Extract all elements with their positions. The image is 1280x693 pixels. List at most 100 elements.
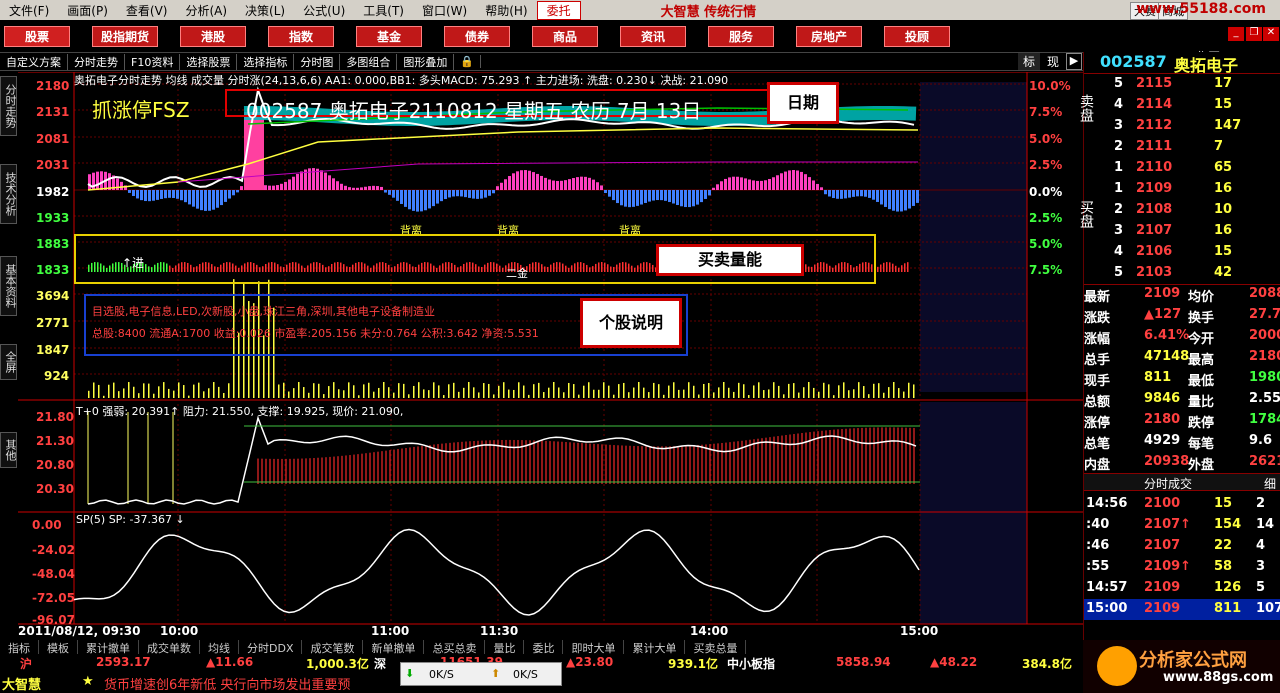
macd-bar (352, 187, 355, 190)
tick-row[interactable]: 14:57 2109 126 5 (1084, 578, 1280, 599)
menu-bar: 文件(F) 画面(P) 查看(V) 分析(A) 决策(L) 公式(U) 工具(T… (0, 0, 1280, 20)
stat-row[interactable]: 涨停 2180 跌停 1784 (1084, 410, 1280, 431)
menu-file[interactable]: 文件(F) (0, 2, 58, 19)
pct-label: 7.5% (1029, 263, 1063, 277)
restore-icon[interactable]: ❐ (1246, 27, 1262, 41)
tab-technical[interactable]: 技术分析 (0, 164, 17, 224)
btab-total-volume[interactable]: 买卖总量 (685, 640, 747, 655)
btab-trade-num[interactable]: 成交笔数 (302, 640, 364, 655)
tab-mark[interactable]: 标 (1018, 53, 1040, 70)
btab-big-order[interactable]: 即时大单 (563, 640, 625, 655)
toolbar-select-indicator[interactable]: 选择指标 (237, 53, 295, 70)
lock-icon[interactable]: 🔒 (454, 55, 482, 68)
stat-row[interactable]: 涨幅 6.41%今开 2000 (1084, 326, 1280, 347)
toolbar-overlay[interactable]: 图形叠加 (397, 53, 455, 70)
volume-bar (638, 382, 640, 398)
tick-row-cell: 22 (1214, 538, 1233, 553)
bid-row[interactable]: 4 2106 15 (1084, 242, 1280, 263)
menu-formula[interactable]: 公式(U) (294, 2, 354, 19)
tab-now[interactable]: 现 (1042, 53, 1064, 70)
menu-window[interactable]: 窗口(W) (413, 2, 476, 19)
menu-decision[interactable]: 决策(L) (236, 2, 294, 19)
stat-row[interactable]: 涨跌 ▲127 换手 27.73% (1084, 305, 1280, 326)
menu-analysis[interactable]: 分析(A) (176, 2, 236, 19)
tick-row[interactable]: :46 2107 22 4 (1084, 536, 1280, 557)
ask-row[interactable]: 5 2115 17 (1084, 74, 1280, 95)
btab-total-bidask[interactable]: 总买总卖 (424, 640, 486, 655)
btab-template[interactable]: 模板 (39, 640, 78, 655)
stat-row[interactable]: 总笔 4929 每笔 9.6 (1084, 431, 1280, 452)
volume-bar (458, 391, 460, 398)
ticks-detail-tab[interactable]: 细 (1264, 475, 1276, 492)
tick-row[interactable]: 14:56 2100 15 2 (1084, 494, 1280, 515)
nav-index[interactable]: 指数 (268, 25, 334, 47)
ask-row[interactable]: 1 2110 65 (1084, 158, 1280, 179)
volume-bar (758, 382, 760, 398)
stat-row[interactable]: 总手 47148最高 2180 (1084, 347, 1280, 368)
nav-hk-stock[interactable]: 港股 (180, 25, 246, 47)
btab-vol-ratio[interactable]: 量比 (485, 640, 525, 655)
ticks-title[interactable]: 分时成交 (1144, 475, 1192, 492)
btab-indicator[interactable]: 指标 (0, 640, 39, 655)
stat-row[interactable]: 总额 9846 量比 2.55 (1084, 389, 1280, 410)
stat-row-cell: 最新 (1084, 290, 1111, 305)
macd-bar (624, 190, 627, 207)
menu-entrust[interactable]: 委托 (536, 0, 581, 20)
btab-new-cancel[interactable]: 新单撤单 (363, 640, 425, 655)
minimize-icon[interactable]: _ (1228, 27, 1244, 41)
nav-bond[interactable]: 债券 (444, 25, 510, 47)
volume-bar (898, 388, 900, 398)
bid-row[interactable]: 5 2103 42 (1084, 263, 1280, 284)
stat-row[interactable]: 最新 2109 均价 2088 (1084, 284, 1280, 305)
intraday-chart[interactable]: 奥拓电子分时走势 均线 成交量 分时涨(24,13,6,6) AA1: 0.00… (18, 72, 1083, 640)
nav-commodity[interactable]: 商品 (532, 25, 598, 47)
toolbar-intraday[interactable]: 分时走势 (68, 53, 125, 70)
nav-index-futures[interactable]: 股指期货 (92, 25, 158, 47)
btab-commission-ratio[interactable]: 委比 (524, 640, 564, 655)
bid-row[interactable]: 2 2108 10 (1084, 200, 1280, 221)
tab-fundamental[interactable]: 基本资料 (0, 256, 17, 316)
time-label: 15:00 (900, 624, 939, 638)
ask-row[interactable]: 3 2112 147 (1084, 116, 1280, 137)
nav-advisor[interactable]: 投顾 (884, 25, 950, 47)
panel-toggle-icon[interactable]: ▶ (1066, 53, 1082, 70)
toolbar-multi-chart[interactable]: 多图组合 (340, 53, 398, 70)
btab-trade-count[interactable]: 成交单数 (139, 640, 200, 655)
stat-row-cell: 20938 (1144, 454, 1190, 469)
tick-row[interactable]: :40 2107↑ 154 14 (1084, 515, 1280, 536)
nav-service[interactable]: 服务 (708, 25, 774, 47)
bid-row[interactable]: 1 2109 16 (1084, 179, 1280, 200)
tick-row[interactable]: 15:00 2109 811 107 (1084, 599, 1280, 620)
nav-realestate[interactable]: 房地产 (796, 25, 862, 47)
btab-ma[interactable]: 均线 (200, 640, 239, 655)
tab-fullscreen[interactable]: 全屏 (0, 344, 17, 380)
tick-row[interactable]: :55 2109↑ 58 3 (1084, 557, 1280, 578)
menu-help[interactable]: 帮助(H) (476, 2, 536, 19)
ticker-text[interactable]: 货币增速创6年新低 央行向市场发出重要预 (104, 674, 350, 693)
bid-row[interactable]: 3 2107 16 (1084, 221, 1280, 242)
nav-stock[interactable]: 股票 (4, 25, 70, 47)
menu-view[interactable]: 查看(V) (117, 2, 177, 19)
stat-row[interactable]: 现手 811 最低 1980 (1084, 368, 1280, 389)
nav-fund[interactable]: 基金 (356, 25, 422, 47)
btab-cum-big-order[interactable]: 累计大单 (624, 640, 686, 655)
toolbar-f10[interactable]: F10资料 (125, 53, 181, 70)
toolbar-intraday-chart[interactable]: 分时图 (294, 53, 341, 70)
ask-row[interactable]: 4 2114 15 (1084, 95, 1280, 116)
down-arrow-icon: ⬇ (405, 667, 415, 680)
price-label: 1982 (36, 185, 70, 199)
news-ticker[interactable]: 大智慧 ★ 货币增速创6年新低 央行向市场发出重要预 ⬇ 0K/S ⬆ 0K/S (0, 662, 1083, 693)
tab-intraday[interactable]: 分时走势 (0, 76, 17, 136)
ask-row[interactable]: 2 2111 7 (1084, 137, 1280, 158)
close-icon[interactable]: ✕ (1263, 27, 1279, 41)
toolbar-select-stock[interactable]: 选择股票 (180, 53, 238, 70)
stat-row[interactable]: 内盘 20938外盘 26210 (1084, 452, 1280, 473)
volume-bar (788, 383, 790, 398)
nav-news[interactable]: 资讯 (620, 25, 686, 47)
btab-cum-cancel[interactable]: 累计撤单 (78, 640, 139, 655)
tab-other[interactable]: 其他 (0, 432, 17, 468)
toolbar-custom-scheme[interactable]: 自定义方案 (0, 53, 68, 70)
btab-ddx[interactable]: 分时DDX (239, 640, 303, 655)
menu-tools[interactable]: 工具(T) (354, 2, 413, 19)
menu-view-page[interactable]: 画面(P) (58, 2, 117, 19)
